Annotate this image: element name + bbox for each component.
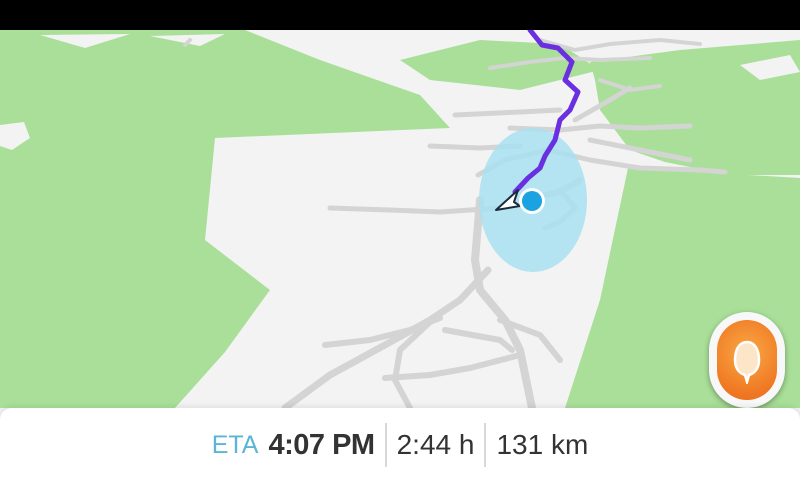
road: [452, 107, 563, 118]
divider: [384, 423, 387, 467]
report-pin-icon: [733, 340, 761, 384]
road: [281, 266, 492, 408]
map-canvas[interactable]: [0, 30, 800, 408]
trip-distance: 131 km: [496, 429, 589, 460]
divider: [484, 423, 487, 467]
eta-label: ETA: [211, 430, 259, 459]
map-view[interactable]: [0, 30, 800, 408]
report-button-face: [717, 320, 777, 400]
eta-time: 4:07 PM: [268, 428, 375, 461]
road: [442, 327, 515, 353]
location-dot-icon: [519, 188, 545, 214]
road: [382, 352, 523, 381]
report-button[interactable]: [709, 312, 785, 408]
park-area: [0, 30, 450, 408]
road: [538, 38, 702, 52]
road: [497, 317, 563, 363]
status-bar: [0, 0, 800, 30]
trip-summary[interactable]: ETA 4:07 PM 2:44 h 131 km: [0, 408, 800, 480]
trip-duration: 2:44 h: [396, 429, 475, 460]
trip-info-bar[interactable]: ETA 4:07 PM 2:44 h 131 km: [0, 408, 800, 480]
